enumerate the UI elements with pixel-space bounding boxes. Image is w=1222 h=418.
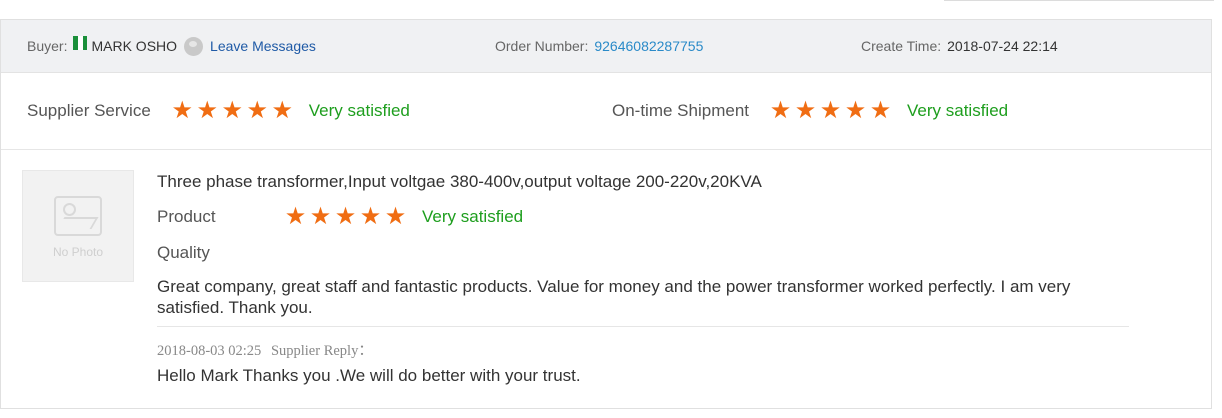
buyer-label: Buyer: [27,38,68,54]
order-info: Order Number: 92646082287755 [495,20,703,72]
star-icon: ★ [221,97,244,124]
product-rating: Product ★ ★ ★ ★ ★ Very satisfied [157,202,523,232]
product-label: Product [157,207,216,226]
star-icon: ★ [334,203,357,230]
image-placeholder-icon [54,196,102,236]
reply-label: Supplier Reply： [270,343,373,359]
star-icon: ★ [309,203,332,230]
product-title: Three phase transformer,Input voltgae 38… [157,172,762,191]
product-photo-placeholder: No Photo [22,170,134,282]
star-icon: ★ [384,203,407,230]
supplier-service-rating: Supplier Service ★ ★ ★ ★ ★ Very satisfied [27,73,410,149]
supplier-reply-text: Hello Mark Thanks you .We will do better… [157,366,581,385]
star-icon: ★ [359,203,382,230]
order-number[interactable]: 92646082287755 [594,38,703,54]
product-stars: ★ ★ ★ ★ ★ [283,205,408,229]
star-icon: ★ [246,97,269,124]
buyer-name: MARK OSHO [91,38,178,54]
star-icon: ★ [769,97,792,124]
leave-messages-link[interactable]: Leave Messages [210,38,316,54]
star-icon: ★ [869,97,892,124]
ontime-shipment-stars: ★ ★ ★ ★ ★ [768,99,893,123]
ontime-shipment-rating: On-time Shipment ★ ★ ★ ★ ★ Very satisfied [612,73,1008,149]
star-icon: ★ [844,97,867,124]
quality-label: Quality [157,243,210,262]
nigeria-flag-icon [73,36,88,50]
review-comment: Great company, great staff and fantastic… [157,277,1071,317]
chat-avatar-icon[interactable] [184,36,204,56]
ontime-shipment-text: Very satisfied [907,101,1009,120]
star-icon: ★ [196,97,219,124]
star-icon: ★ [819,97,842,124]
reply-time: 2018-08-03 02:25 [157,343,262,359]
star-icon: ★ [284,203,307,230]
supplier-service-stars: ★ ★ ★ ★ ★ [170,99,295,123]
ontime-shipment-label: On-time Shipment [612,101,749,120]
order-number-label: Order Number: [495,38,589,54]
reply-divider [157,326,1129,327]
order-header: Buyer: MARK OSHO Leave Messages Order Nu… [1,20,1211,73]
star-icon: ★ [794,97,817,124]
create-time: 2018-07-24 22:14 [947,38,1058,54]
review-body: No Photo Three phase transformer,Input v… [1,150,1211,410]
top-divider [944,0,1214,1]
review-card: Buyer: MARK OSHO Leave Messages Order Nu… [0,19,1212,409]
create-time-info: Create Time: 2018-07-24 22:14 [861,20,1058,72]
supplier-service-label: Supplier Service [27,101,151,120]
no-photo-text: No Photo [52,245,104,259]
create-time-label: Create Time: [861,38,942,54]
product-rating-text: Very satisfied [422,207,524,226]
buyer-info: Buyer: MARK OSHO Leave Messages [27,20,316,72]
star-icon: ★ [271,97,294,124]
star-icon: ★ [171,97,194,124]
seller-ratings: Supplier Service ★ ★ ★ ★ ★ Very satisfied On… [1,73,1211,150]
supplier-service-text: Very satisfied [308,101,410,120]
supplier-reply-meta: 2018-08-03 02:25 Supplier Reply： [157,339,373,360]
